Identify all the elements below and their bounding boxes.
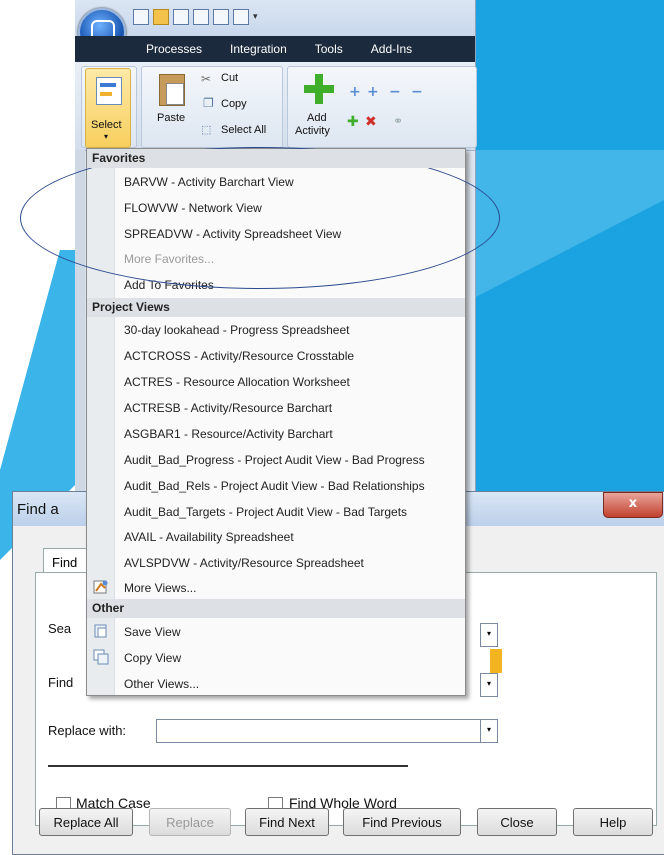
select-view-icon xyxy=(96,77,122,105)
menu-item-view[interactable]: Audit_Bad_Rels - Project Audit View - Ba… xyxy=(124,479,425,493)
copy-icon: ❐ xyxy=(203,96,214,110)
search-combo-highlight xyxy=(490,649,502,673)
menu-item-view[interactable]: 30-day lookahead - Progress Spreadsheet xyxy=(124,323,349,337)
dialog-title: Find a xyxy=(17,501,59,518)
replace-combo-dropdown[interactable]: ▾ xyxy=(480,719,498,743)
save-view-icon xyxy=(94,624,107,638)
menu-item-view[interactable]: AVAIL - Availability Spreadsheet xyxy=(124,530,294,544)
dialog-close-button[interactable]: x xyxy=(603,492,663,518)
find-label: Find xyxy=(48,675,74,690)
print-preview-icon[interactable] xyxy=(213,9,229,25)
search-label: Sea xyxy=(48,621,72,636)
ribbon: Select ▾ Paste ✂ Cut ❐ Copy ⬚ Select All… xyxy=(75,62,477,151)
find-next-button[interactable]: Find Next xyxy=(245,808,329,836)
add-activity-label[interactable]: Add xyxy=(307,112,327,124)
favorites-header: Favorites xyxy=(87,149,465,168)
quick-access-toolbar: ▾ xyxy=(133,6,263,28)
close-button[interactable]: Close xyxy=(477,808,557,836)
ribbon-tabs: Processes Integration Tools Add-Ins xyxy=(75,36,475,62)
menu-item-other-views[interactable]: Other Views... xyxy=(124,677,199,691)
remove-icon[interactable]: − xyxy=(389,84,401,100)
menu-item-view[interactable]: Audit_Bad_Targets - Project Audit View -… xyxy=(124,505,407,519)
select-all-icon: ⬚ xyxy=(201,124,212,136)
separator-line xyxy=(48,765,408,767)
menu-item-view[interactable]: ACTRES - Resource Allocation Worksheet xyxy=(124,375,350,389)
menu-item-more-views[interactable]: More Views... xyxy=(124,581,196,595)
paste-icon[interactable] xyxy=(159,74,185,106)
tab-tools[interactable]: Tools xyxy=(301,42,357,56)
menu-item-copy-view[interactable]: Copy View xyxy=(124,651,181,665)
help-button[interactable]: Help xyxy=(573,808,653,836)
qat-dropdown-icon[interactable]: ▾ xyxy=(253,12,263,22)
copy-button[interactable]: Copy xyxy=(221,98,247,110)
add-relationship-icon[interactable]: ✚ xyxy=(347,114,359,130)
add-row-icon[interactable]: + xyxy=(349,84,361,100)
chevron-down-icon: ▾ xyxy=(104,132,109,141)
scissors-icon: ✂ xyxy=(201,72,212,86)
title-bar: ▾ xyxy=(75,0,475,40)
tab-add-ins[interactable]: Add-Ins xyxy=(357,42,426,56)
menu-item-view[interactable]: AVLSPDVW - Activity/Resource Spreadsheet xyxy=(124,556,364,570)
copy-view-icon xyxy=(93,649,109,665)
close-icon: x xyxy=(628,496,638,511)
paste-button-label[interactable]: Paste xyxy=(157,112,185,124)
print-icon[interactable] xyxy=(193,9,209,25)
menu-item-save-view[interactable]: Save View xyxy=(124,625,180,639)
replace-button[interactable]: Replace xyxy=(149,808,231,836)
add-activity-icon[interactable] xyxy=(304,74,334,104)
replace-with-label: Replace with: xyxy=(48,723,127,738)
menu-item-view[interactable]: ACTCROSS - Activity/Resource Crosstable xyxy=(124,349,354,363)
open-folder-icon[interactable] xyxy=(153,9,169,25)
find-previous-button[interactable]: Find Previous xyxy=(343,808,461,836)
menu-item-view[interactable]: ASGBAR1 - Resource/Activity Barchart xyxy=(124,427,333,441)
save-icon[interactable] xyxy=(173,9,189,25)
highlight-ellipse xyxy=(20,147,500,289)
tab-processes[interactable]: Processes xyxy=(132,42,216,56)
other-header: Other xyxy=(87,599,465,618)
select-button-label: Select xyxy=(91,119,122,131)
find-combo-dropdown[interactable]: ▾ xyxy=(480,673,498,697)
cut-button[interactable]: Cut xyxy=(221,72,238,84)
undo-icon[interactable] xyxy=(233,9,249,25)
outdent-icon[interactable]: − xyxy=(411,84,423,100)
link-icon[interactable]: ⚭ xyxy=(393,114,403,128)
add-child-icon[interactable]: + xyxy=(367,84,379,100)
delete-icon[interactable]: ✖ xyxy=(365,114,377,130)
tab-integration[interactable]: Integration xyxy=(216,42,301,56)
menu-item-view[interactable]: Audit_Bad_Progress - Project Audit View … xyxy=(124,453,425,467)
select-all-button[interactable]: Select All xyxy=(221,124,266,136)
search-combo-dropdown[interactable]: ▾ xyxy=(480,623,498,647)
add-activity-label-2[interactable]: Activity xyxy=(295,125,330,137)
replace-all-button[interactable]: Replace All xyxy=(39,808,133,836)
replace-with-input[interactable] xyxy=(156,719,498,743)
new-icon[interactable] xyxy=(133,9,149,25)
more-views-icon xyxy=(93,580,108,594)
select-button[interactable]: Select ▾ xyxy=(85,68,131,148)
menu-item-view[interactable]: ACTRESB - Activity/Resource Barchart xyxy=(124,401,332,415)
project-views-header: Project Views xyxy=(87,298,465,317)
